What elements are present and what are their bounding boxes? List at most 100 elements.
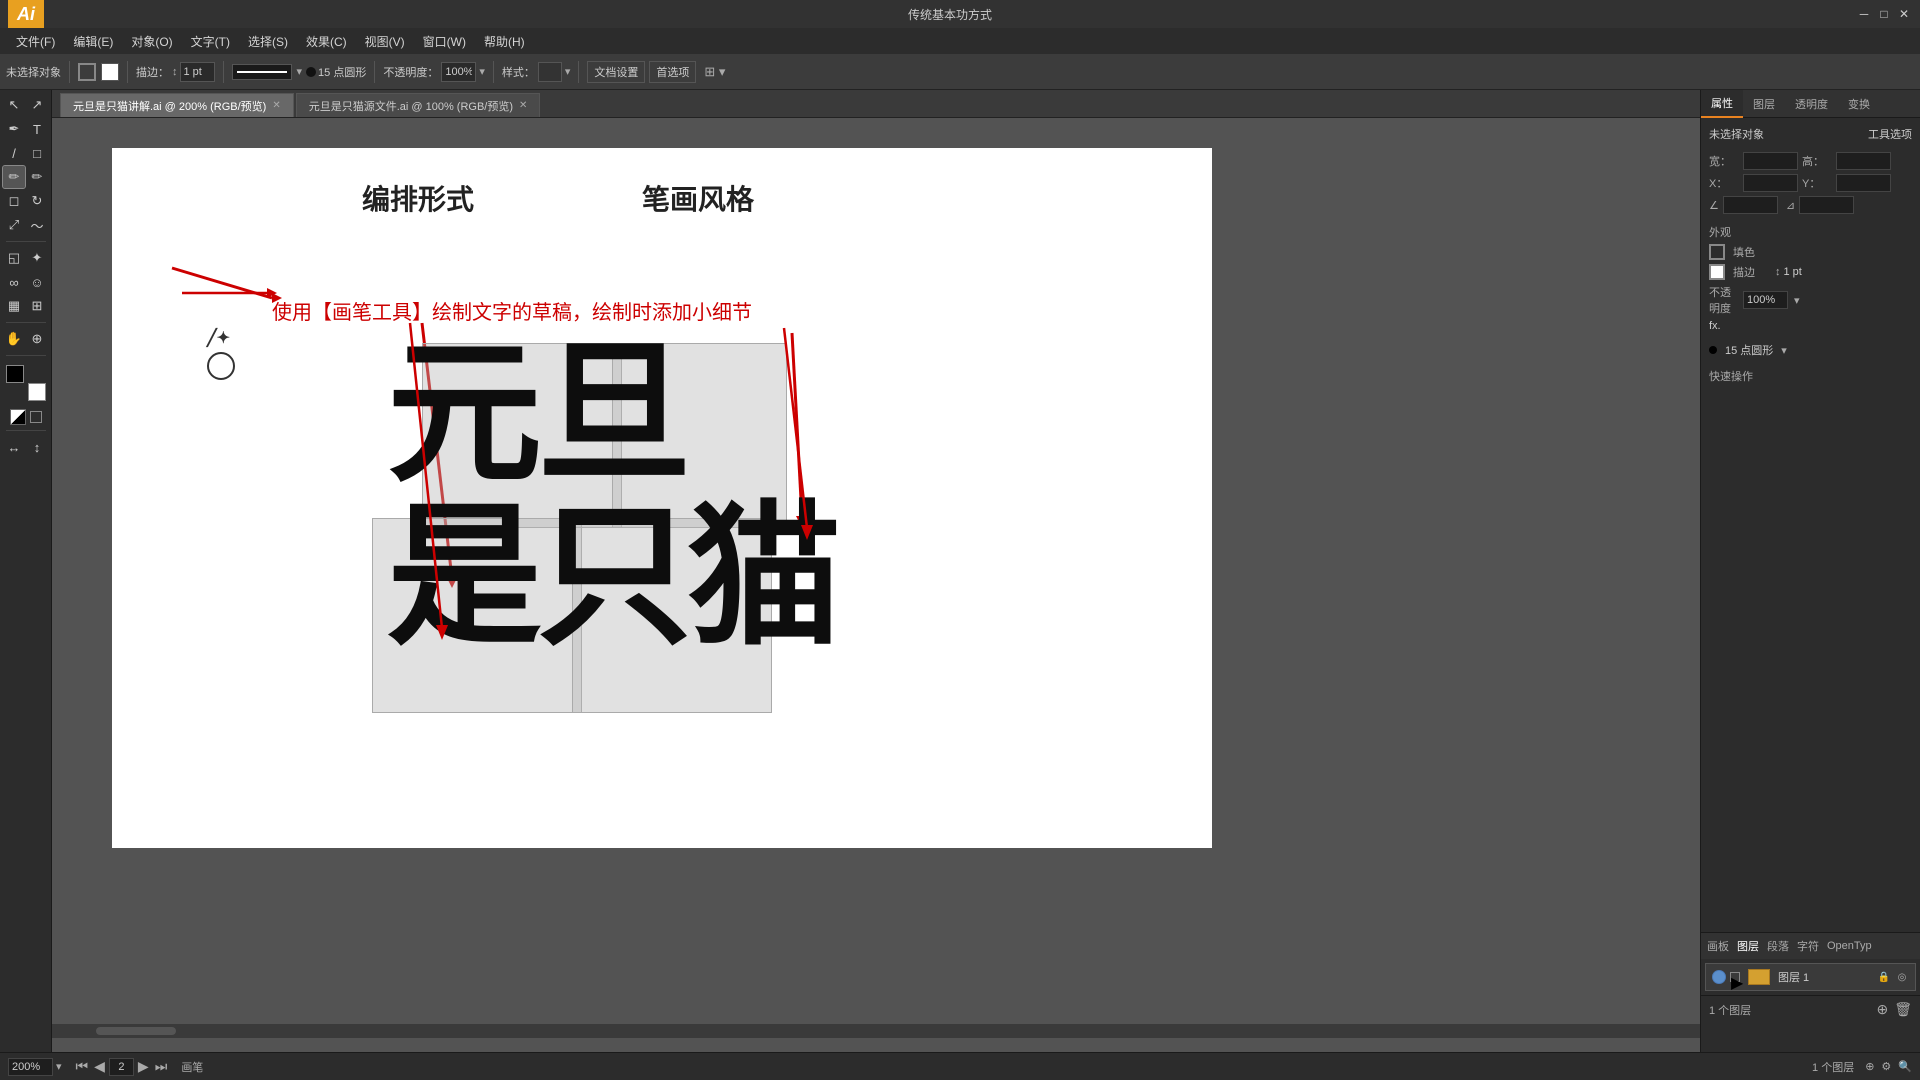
layer-lock-btn[interactable]: 🔒 <box>1877 972 1891 983</box>
maximize-button[interactable]: □ <box>1876 6 1892 22</box>
stroke-size-label: 描边： <box>136 64 169 80</box>
menu-object[interactable]: 对象(O) <box>123 31 180 52</box>
lt-tab-paragraph[interactable]: 段落 <box>1767 938 1789 954</box>
pencil-tool[interactable]: ✏ <box>26 166 48 188</box>
scroll-thumb-h[interactable] <box>96 1027 176 1035</box>
status-add-artboard[interactable]: ⊕ <box>1865 1060 1874 1073</box>
opacity-input[interactable] <box>441 62 476 82</box>
opacity-rp-input[interactable] <box>1743 291 1788 309</box>
type-tool[interactable]: T <box>26 118 48 140</box>
menu-view[interactable]: 视图(V) <box>357 31 413 52</box>
status-settings[interactable]: ⚙ <box>1881 1060 1891 1073</box>
nav-first-btn[interactable]: ⏮ <box>74 1058 91 1075</box>
column-graph-tool[interactable]: ▦ <box>3 295 25 317</box>
zoom-dropdown[interactable]: ▾ <box>56 1060 62 1073</box>
stroke-box[interactable] <box>78 63 96 81</box>
shear-input[interactable] <box>1799 196 1854 214</box>
fill-box[interactable] <box>101 63 119 81</box>
stroke-color-box[interactable] <box>1709 264 1725 280</box>
lt-tab-layers[interactable]: 图层 <box>1737 938 1759 954</box>
menu-type[interactable]: 文字(T) <box>183 31 238 52</box>
menu-file[interactable]: 文件(F) <box>8 31 63 52</box>
layer-row-1: ▶ 图层 1 🔒 ◎ <box>1705 963 1916 991</box>
scale-tool[interactable]: ⤢ <box>3 214 25 236</box>
nav-last-btn[interactable]: ⏭ <box>153 1058 170 1075</box>
artboard-tool[interactable]: ⊞ <box>26 295 48 317</box>
menu-help[interactable]: 帮助(H) <box>476 31 533 52</box>
height-input[interactable] <box>1836 152 1891 170</box>
select-tool[interactable]: ↖ <box>3 94 25 116</box>
fill-row: 填色 <box>1709 244 1912 260</box>
symbol-tool[interactable]: ☺ <box>26 271 48 293</box>
canvas-tab-2-close[interactable]: ✕ <box>519 100 527 111</box>
delete-layer-btn[interactable]: 🗑 <box>1894 1001 1912 1018</box>
add-layer-btn[interactable]: ⊕ <box>1876 1001 1888 1018</box>
layer-target-btn[interactable]: ◎ <box>1895 972 1909 983</box>
y-input[interactable] <box>1836 174 1891 192</box>
blend-tool[interactable]: ∞ <box>3 271 25 293</box>
minimize-button[interactable]: ─ <box>1856 6 1872 22</box>
menu-select[interactable]: 选择(S) <box>240 31 296 52</box>
width-input[interactable] <box>1743 152 1798 170</box>
rotate-tool[interactable]: ↻ <box>26 190 48 212</box>
zoom-tool[interactable]: ⊕ <box>26 328 48 350</box>
rp-tab-properties[interactable]: 属性 <box>1701 90 1743 118</box>
canvas-tab-2[interactable]: 元旦是只猫源文件.ai @ 100% (RGB/预览) ✕ <box>296 93 541 117</box>
layer-visibility-eye[interactable] <box>1712 970 1726 984</box>
canvas-tabs: 元旦是只猫讲解.ai @ 200% (RGB/预览) ✕ 元旦是只猫源文件.ai… <box>52 90 1700 118</box>
canvas-scrollbar-h[interactable] <box>52 1024 1700 1038</box>
eyedropper-tool[interactable]: ✦ <box>26 247 48 269</box>
page-label-text: 画笔 <box>181 1059 203 1075</box>
menu-window[interactable]: 窗口(W) <box>415 31 474 52</box>
angle-input[interactable] <box>1723 196 1778 214</box>
doc-settings-button[interactable]: 文档设置 <box>587 61 645 83</box>
pen-tool[interactable]: ✒ <box>3 118 25 140</box>
direct-select-tool[interactable]: ↗ <box>26 94 48 116</box>
nav-prev-btn[interactable]: ◀ <box>92 1058 107 1075</box>
rp-tab-layers[interactable]: 图层 <box>1743 90 1785 118</box>
toolbar-extra[interactable]: ⊞ ▾ <box>704 64 725 80</box>
close-button[interactable]: ✕ <box>1896 6 1912 22</box>
lt-tab-artboard[interactable]: 画板 <box>1707 938 1729 954</box>
page-nav: ⏮ ◀ ▶ ⏭ <box>74 1058 170 1076</box>
rp-tab-transparency[interactable]: 透明度 <box>1785 90 1838 118</box>
stroke-size-input[interactable] <box>180 62 215 82</box>
eraser-tool[interactable]: ◻ <box>3 190 25 212</box>
status-search[interactable]: 🔍 <box>1898 1060 1912 1073</box>
layer-expand-arrow[interactable]: ▶ <box>1730 972 1740 982</box>
toolbar-sep-2 <box>127 61 128 83</box>
x-input[interactable] <box>1743 174 1798 192</box>
stroke-control <box>78 63 119 81</box>
warp-tool[interactable]: 〜 <box>26 214 48 236</box>
rp-tab-transform[interactable]: 变换 <box>1838 90 1880 118</box>
canvas-tab-1[interactable]: 元旦是只猫讲解.ai @ 200% (RGB/预览) ✕ <box>60 93 294 117</box>
swap-colors-btn[interactable] <box>10 409 26 425</box>
canvas-viewport[interactable]: 编排形式 笔画风格 使用【画笔工具】绘制文字的草稿，绘制时添加小细节 ╱✦ <box>52 118 1700 1024</box>
layers-footer-btns: ⊕ 🗑 <box>1876 1001 1912 1018</box>
reflect-y-tool[interactable]: ↕ <box>26 436 48 458</box>
paintbrush-tool[interactable]: ✏ <box>3 166 25 188</box>
first-option-button[interactable]: 首选项 <box>649 61 696 83</box>
hand-tool[interactable]: ✋ <box>3 328 25 350</box>
layer-count-label: 1 个图层 <box>1709 1002 1751 1018</box>
rectangle-tool[interactable]: □ <box>26 142 48 164</box>
lt-tab-character[interactable]: 字符 <box>1797 938 1819 954</box>
window-controls[interactable]: ─ □ ✕ <box>1856 6 1912 22</box>
brush-expand[interactable]: ▾ <box>1781 344 1787 357</box>
fill-swatch[interactable] <box>28 383 46 401</box>
fill-color-box[interactable] <box>1709 244 1725 260</box>
menu-edit[interactable]: 编辑(E) <box>65 31 121 52</box>
line-tool[interactable]: / <box>3 142 25 164</box>
canvas-tab-1-close[interactable]: ✕ <box>272 100 280 111</box>
page-input[interactable] <box>109 1058 134 1076</box>
style-preview[interactable] <box>538 62 562 82</box>
nav-next-btn[interactable]: ▶ <box>136 1058 151 1075</box>
gradient-tool[interactable]: ◱ <box>3 247 25 269</box>
reflect-x-tool[interactable]: ↔ <box>3 436 25 458</box>
menu-effect[interactable]: 效果(C) <box>298 31 355 52</box>
zoom-input[interactable] <box>8 1058 53 1076</box>
none-color-btn[interactable] <box>30 411 42 423</box>
stroke-swatch[interactable] <box>6 365 24 383</box>
main-layout: ↖ ↗ ✒ T / □ ✏ ✏ ◻ ↻ ⤢ 〜 ◱ ✦ ∞ ☺ <box>0 90 1920 1052</box>
lt-tab-opentype[interactable]: OpenTyp <box>1827 940 1872 952</box>
